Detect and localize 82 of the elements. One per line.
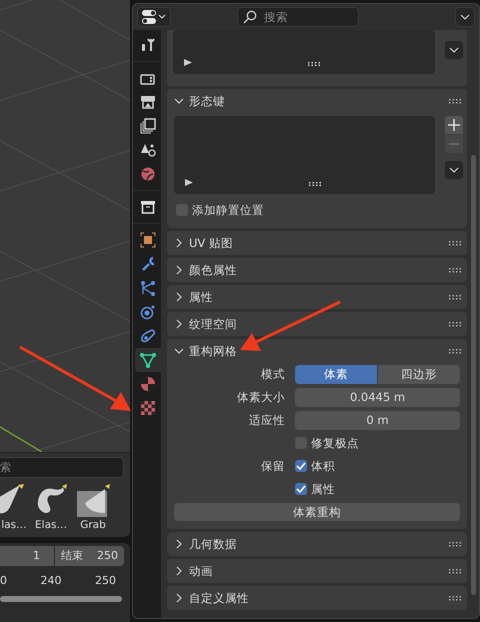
- specials-menu-button[interactable]: [445, 161, 463, 179]
- end-frame-field[interactable]: 结束 250: [55, 546, 124, 566]
- minus-icon: [449, 143, 459, 145]
- drag-handle-icon[interactable]: [449, 98, 461, 104]
- panel-header[interactable]: 纹理空间: [174, 312, 463, 336]
- editor-type-button[interactable]: [137, 7, 171, 27]
- panel-title: 颜色属性: [189, 262, 237, 278]
- resize-grip-icon[interactable]: [308, 62, 320, 66]
- checkbox[interactable]: [176, 204, 188, 216]
- search-icon: [243, 10, 257, 24]
- search-field[interactable]: 搜索: [237, 7, 359, 27]
- panel-title: 纹理空间: [189, 316, 237, 332]
- add-button[interactable]: [445, 116, 463, 134]
- start-frame-field[interactable]: 1: [0, 546, 54, 566]
- panel-title: 属性: [189, 290, 213, 304]
- chevron-icon[interactable]: [174, 319, 184, 329]
- field-label: 保留: [260, 458, 285, 474]
- panel-title: 自定义属性: [189, 590, 249, 606]
- options-dropdown-button[interactable]: [455, 7, 475, 27]
- expand-icon[interactable]: [184, 59, 192, 66]
- panel-title: 几何数据: [189, 536, 237, 552]
- checkbox-label: 属性: [311, 482, 335, 496]
- number-field[interactable]: 0 m: [295, 410, 460, 430]
- panel-title: 动画: [189, 564, 213, 578]
- checkbox-label: 添加静置位置: [192, 202, 264, 218]
- brush-label: las…: [1, 519, 27, 531]
- field-label: 模式: [260, 366, 285, 382]
- panel-header[interactable]: 动画: [174, 559, 463, 583]
- field-label: 体素大小: [236, 390, 285, 404]
- drag-handle-icon[interactable]: [449, 348, 461, 354]
- chevron-icon: [449, 47, 459, 53]
- panel-header[interactable]: 自定义属性: [174, 586, 463, 610]
- search-field[interactable]: 索: [0, 457, 124, 478]
- number-field[interactable]: 0.0445 m: [295, 388, 460, 406]
- expand-icon[interactable]: [185, 179, 193, 186]
- panel-header[interactable]: 属性: [174, 285, 463, 309]
- panel-header[interactable]: 颜色属性: [174, 258, 463, 282]
- chevron-icon[interactable]: [174, 539, 184, 549]
- chevron-icon[interactable]: [174, 265, 184, 275]
- panel-header[interactable]: UV 贴图: [174, 231, 463, 255]
- checkbox-label: 修复极点: [311, 436, 359, 450]
- panel-header[interactable]: 几何数据: [174, 532, 463, 556]
- drag-handle-icon[interactable]: [449, 568, 461, 574]
- drag-handle-icon[interactable]: [449, 240, 461, 246]
- chevron-icon[interactable]: [174, 346, 184, 356]
- chevron-icon[interactable]: [174, 566, 184, 576]
- drag-handle-icon[interactable]: [449, 322, 461, 326]
- checkbox-label: 体积: [311, 458, 335, 474]
- plus-icon: [448, 119, 460, 131]
- chevron-icon[interactable]: [174, 96, 184, 106]
- checkbox[interactable]: [295, 437, 307, 449]
- brush-preview-icon[interactable]: [75, 483, 111, 517]
- chevron-icon[interactable]: [174, 292, 184, 302]
- checkbox[interactable]: [295, 460, 307, 472]
- panel-title: 形态键: [189, 94, 225, 108]
- drag-handle-icon[interactable]: [449, 294, 461, 300]
- field-label: 适应性: [248, 412, 285, 428]
- chevron-icon: [449, 167, 459, 173]
- frame-tick-label: 250: [95, 574, 116, 587]
- brush-label: Grab: [80, 519, 106, 531]
- chevron-icon: [460, 14, 470, 20]
- panel-title: UV 贴图: [189, 236, 233, 250]
- specials-menu-button[interactable]: [445, 41, 463, 59]
- voxel-remesh-button[interactable]: 体素重构: [174, 503, 460, 521]
- scrollbar[interactable]: [0, 596, 122, 602]
- checkbox[interactable]: [295, 483, 307, 495]
- mode-option[interactable]: 四边形: [378, 364, 460, 384]
- panel-header[interactable]: 重构网格: [174, 339, 463, 363]
- frame-tick-label: 0: [0, 574, 7, 587]
- scrollbar[interactable]: [471, 155, 476, 595]
- panel-title: 重构网格: [189, 344, 237, 358]
- panel-header[interactable]: 形态键: [174, 89, 463, 113]
- data-tab-icon[interactable]: [135, 348, 161, 372]
- frame-tick-label: 240: [40, 574, 62, 587]
- drag-handle-icon[interactable]: [449, 542, 461, 546]
- mode-option[interactable]: 体素: [295, 364, 377, 384]
- drag-handle-icon[interactable]: [449, 596, 461, 600]
- chevron-icon[interactable]: [174, 238, 184, 248]
- drag-handle-icon[interactable]: [449, 268, 461, 272]
- brush-label: Elas…: [35, 519, 67, 531]
- chevron-icon[interactable]: [174, 593, 184, 603]
- resize-grip-icon[interactable]: [309, 182, 321, 186]
